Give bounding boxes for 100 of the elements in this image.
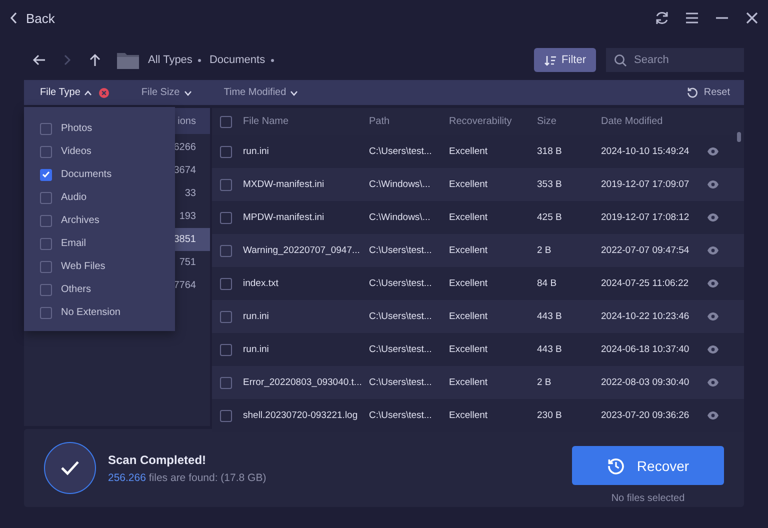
file-type-option[interactable]: Email bbox=[24, 232, 175, 255]
table-cell-text: Excellent bbox=[449, 212, 489, 223]
separator-icon bbox=[198, 58, 202, 62]
checkbox[interactable] bbox=[220, 244, 232, 256]
file-row[interactable]: MXDW-manifest.ini C:\Windows\... Excellent 353 B 2019-12-07 17:09:07 bbox=[212, 168, 744, 201]
file-row[interactable]: Error_20220803_093040.t... C:\Users\test... Excellent 2 B 2022-08-03 09:30:40 bbox=[212, 366, 744, 399]
column-header[interactable]: Date Modified bbox=[601, 116, 703, 127]
select-all-checkbox[interactable] bbox=[220, 116, 232, 128]
file-row[interactable]: Warning_20220707_0947... C:\Users\test... Excellent 2 B 2022-07-07 09:47:54 bbox=[212, 234, 744, 267]
table-cell-text: C:\Users\test... bbox=[369, 377, 433, 388]
table-cell-text: Excellent bbox=[449, 179, 489, 190]
checkbox[interactable] bbox=[220, 410, 232, 422]
table-cell-text: shell.20230720-093221.log bbox=[243, 410, 359, 421]
separator-icon bbox=[271, 58, 274, 62]
table-cell-text: index.txt bbox=[243, 278, 280, 289]
breadcrumb-item[interactable]: Documents bbox=[209, 54, 266, 66]
close-icon[interactable] bbox=[744, 10, 760, 26]
eye-icon[interactable] bbox=[707, 345, 719, 354]
eye-icon[interactable] bbox=[707, 378, 719, 387]
filter-dropdown[interactable]: Time Modified bbox=[224, 87, 298, 98]
table-cell-text: 2019-12-07 17:09:07 bbox=[601, 179, 690, 190]
eye-icon[interactable] bbox=[707, 147, 719, 156]
table-cell-text: 425 B bbox=[537, 212, 563, 223]
eye-icon[interactable] bbox=[707, 312, 719, 321]
clear-icon[interactable] bbox=[99, 88, 110, 98]
table-cell-text: C:\Windows\... bbox=[369, 179, 432, 190]
column-header[interactable]: Recoverability bbox=[449, 116, 537, 127]
file-type-option[interactable]: Photos bbox=[24, 117, 175, 140]
table-cell-text: Excellent bbox=[449, 410, 489, 421]
column-header: ions bbox=[178, 116, 196, 126]
eye-icon[interactable] bbox=[707, 180, 719, 189]
check-icon bbox=[44, 442, 96, 494]
filter-dropdown[interactable]: File Size bbox=[141, 87, 192, 98]
file-type-option[interactable]: Archives bbox=[24, 209, 175, 232]
checkbox[interactable] bbox=[40, 192, 52, 204]
table-cell-text: 2024-10-10 15:49:24 bbox=[601, 146, 690, 157]
column-header[interactable]: Path bbox=[369, 116, 449, 127]
chevron-down-icon bbox=[290, 90, 298, 96]
column-header[interactable]: File Name bbox=[243, 116, 369, 127]
recover-button[interactable]: Recover bbox=[572, 446, 724, 485]
checkbox[interactable] bbox=[40, 214, 52, 226]
file-type-option[interactable]: Audio bbox=[24, 186, 175, 209]
back-arrow-icon[interactable] bbox=[32, 53, 46, 67]
history-icon bbox=[606, 456, 625, 474]
table-cell-text: C:\Users\test... bbox=[369, 410, 433, 421]
table-cell-text: MXDW-manifest.ini bbox=[243, 179, 326, 190]
checkbox[interactable] bbox=[220, 212, 232, 224]
table-cell-text: 2024-07-25 11:06:22 bbox=[601, 278, 690, 289]
table-cell-text: 2022-07-07 09:47:54 bbox=[601, 245, 690, 256]
search-field[interactable]: Search bbox=[606, 48, 744, 72]
table-cell-text: Excellent bbox=[449, 344, 489, 355]
checkbox[interactable] bbox=[40, 238, 52, 250]
table-cell-text: C:\Users\test... bbox=[369, 278, 433, 289]
checkbox[interactable] bbox=[40, 306, 52, 318]
checkbox[interactable] bbox=[40, 260, 52, 272]
breadcrumb-item[interactable]: All Types bbox=[148, 54, 192, 66]
table-cell-text: 2024-06-18 10:37:40 bbox=[601, 344, 690, 355]
table-cell-text: C:\Users\test... bbox=[369, 146, 433, 157]
filter-button[interactable]: Filter bbox=[534, 48, 596, 72]
checkbox[interactable] bbox=[220, 146, 232, 158]
chevron-up-icon bbox=[84, 90, 92, 96]
checkbox[interactable] bbox=[220, 310, 232, 322]
file-type-option[interactable]: No Extension bbox=[24, 301, 175, 324]
scrollbar[interactable] bbox=[737, 132, 741, 142]
table-cell-text: Excellent bbox=[449, 311, 489, 322]
eye-icon[interactable] bbox=[707, 411, 719, 420]
checkbox[interactable] bbox=[40, 122, 52, 134]
table-cell-text: run.ini bbox=[243, 146, 270, 157]
table-cell-text: run.ini bbox=[243, 344, 270, 355]
file-type-option[interactable]: Videos bbox=[24, 140, 175, 163]
checkbox[interactable] bbox=[40, 284, 52, 296]
file-type-option[interactable]: Documents bbox=[24, 163, 175, 186]
checkbox[interactable] bbox=[220, 278, 232, 290]
file-type-option[interactable]: Others bbox=[24, 278, 175, 301]
chevron-down-icon bbox=[184, 90, 192, 96]
up-arrow-icon[interactable] bbox=[88, 53, 102, 67]
column-header[interactable]: Size bbox=[537, 116, 601, 127]
table-cell-text: 2024-10-22 10:23:46 bbox=[601, 311, 690, 322]
back-button[interactable]: Back bbox=[6, 8, 59, 28]
eye-icon[interactable] bbox=[707, 213, 719, 222]
checkbox[interactable] bbox=[220, 376, 232, 388]
checkbox[interactable] bbox=[220, 178, 232, 190]
table-cell-text: run.ini bbox=[243, 311, 270, 322]
eye-icon[interactable] bbox=[707, 279, 719, 288]
table-cell-text: Error_20220803_093040.t... bbox=[243, 377, 363, 388]
reset-icon bbox=[686, 87, 698, 98]
reset-button[interactable]: Reset bbox=[686, 87, 730, 98]
menu-icon[interactable] bbox=[684, 10, 700, 26]
checkbox[interactable] bbox=[40, 168, 52, 180]
checkbox[interactable] bbox=[40, 146, 52, 158]
table-cell-text: 2 B bbox=[537, 245, 552, 256]
checkbox[interactable] bbox=[220, 344, 232, 356]
table-cell-text: Warning_20220707_0947... bbox=[243, 245, 361, 256]
eye-icon[interactable] bbox=[707, 246, 719, 255]
table-cell-text: 443 B bbox=[537, 344, 563, 355]
filter-dropdown[interactable]: File Type bbox=[40, 87, 92, 98]
refresh-icon[interactable] bbox=[654, 10, 670, 26]
file-row[interactable]: run.ini C:\Users\test... Excellent 443 B 2024-10-22 10:23:46 bbox=[212, 300, 744, 333]
table-cell-text: C:\Users\test... bbox=[369, 311, 433, 322]
file-type-option[interactable]: Web Files bbox=[24, 255, 175, 278]
